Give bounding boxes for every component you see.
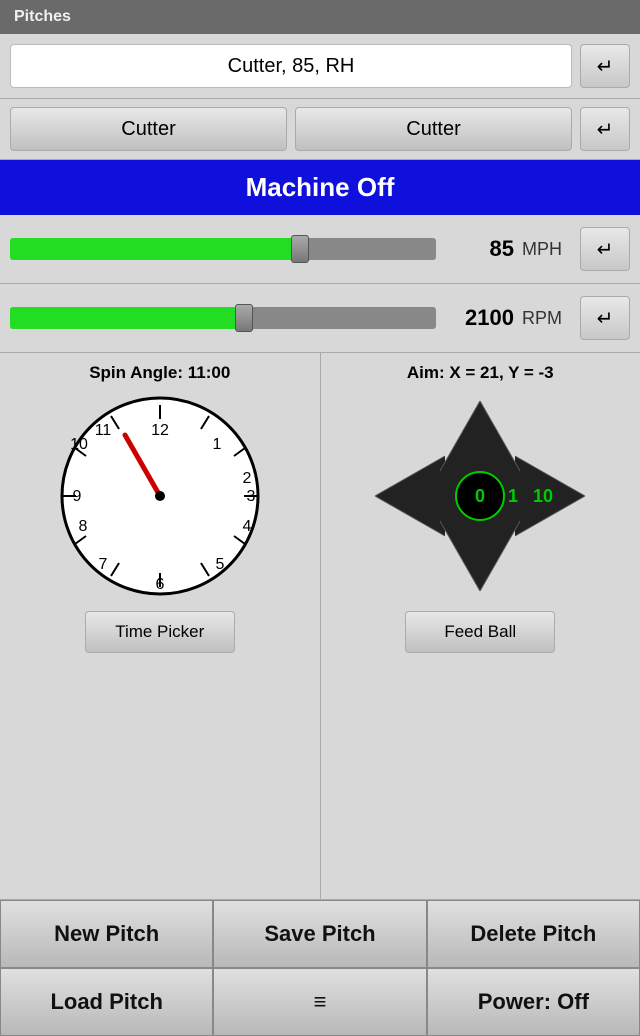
bottom-row-1: New Pitch Save Pitch Delete Pitch [0, 900, 640, 968]
rpm-slider-thumb[interactable] [235, 304, 253, 332]
machine-status-label: Machine Off [246, 172, 395, 202]
load-pitch-button[interactable]: Load Pitch [0, 968, 213, 1036]
aim-diamond-svg[interactable]: 0 1 10 [365, 391, 595, 601]
spin-panel: Spin Angle: 11:00 12 1 2 [0, 353, 321, 899]
rpm-slider-fill [10, 307, 244, 329]
pitch-name-row: ↵ [0, 34, 640, 99]
pitch-name-input[interactable] [10, 44, 572, 88]
svg-text:12: 12 [151, 422, 169, 439]
save-pitch-button[interactable]: Save Pitch [213, 900, 426, 968]
app-title: Pitches [14, 8, 71, 25]
svg-text:2: 2 [242, 470, 251, 487]
rpm-slider-row: 2100 RPM ↵ [0, 284, 640, 353]
time-picker-button[interactable]: Time Picker [85, 611, 235, 653]
speed-slider-fill [10, 238, 300, 260]
svg-text:1: 1 [212, 436, 221, 453]
pitch-type-enter-button[interactable]: ↵ [580, 107, 630, 151]
speed-enter-button[interactable]: ↵ [580, 227, 630, 271]
bottom-row-2: Load Pitch ≡ Power: Off [0, 968, 640, 1036]
svg-text:4: 4 [242, 518, 251, 535]
enter-icon: ↵ [597, 117, 614, 142]
aim-title: Aim: X = 21, Y = -3 [407, 363, 554, 383]
aim-panel: Aim: X = 21, Y = -3 [321, 353, 640, 899]
svg-text:8: 8 [78, 518, 87, 535]
sliders-section: 85 MPH ↵ 2100 RPM ↵ [0, 215, 640, 353]
speed-slider-row: 85 MPH ↵ [0, 215, 640, 284]
svg-text:1: 1 [508, 486, 518, 506]
power-button[interactable]: Power: Off [427, 968, 640, 1036]
pitch-type-row: Cutter Cutter ↵ [0, 99, 640, 160]
pitch-name-enter-button[interactable]: ↵ [580, 44, 630, 88]
svg-text:6: 6 [155, 576, 164, 593]
svg-text:5: 5 [215, 556, 224, 573]
speed-slider-track[interactable] [10, 238, 436, 260]
new-pitch-button[interactable]: New Pitch [0, 900, 213, 968]
svg-text:3: 3 [246, 488, 255, 505]
delete-pitch-button[interactable]: Delete Pitch [427, 900, 640, 968]
aim-diamond-container[interactable]: 0 1 10 [365, 391, 595, 601]
enter-icon: ↵ [597, 54, 614, 79]
speed-value: 85 [444, 236, 514, 262]
pitch-type-left-button[interactable]: Cutter [10, 107, 287, 151]
svg-text:9: 9 [72, 488, 81, 505]
speed-unit: MPH [522, 239, 572, 260]
menu-button[interactable]: ≡ [213, 968, 426, 1036]
rpm-slider-track[interactable] [10, 307, 436, 329]
clock-svg[interactable]: 12 1 2 3 4 5 [55, 391, 265, 601]
svg-text:10: 10 [533, 486, 553, 506]
clock-container[interactable]: 12 1 2 3 4 5 [55, 391, 265, 601]
enter-icon: ↵ [597, 306, 614, 331]
controls-area: Spin Angle: 11:00 12 1 2 [0, 353, 640, 900]
svg-text:0: 0 [475, 486, 485, 506]
enter-icon: ↵ [597, 237, 614, 262]
svg-text:10: 10 [70, 436, 88, 453]
title-bar: Pitches [0, 0, 640, 34]
pitch-type-right-button[interactable]: Cutter [295, 107, 572, 151]
spin-title: Spin Angle: 11:00 [89, 363, 230, 383]
machine-status-bar[interactable]: Machine Off [0, 160, 640, 215]
feed-ball-button[interactable]: Feed Ball [405, 611, 555, 653]
rpm-value: 2100 [444, 305, 514, 331]
rpm-unit: RPM [522, 308, 572, 329]
svg-text:11: 11 [94, 422, 111, 439]
rpm-enter-button[interactable]: ↵ [580, 296, 630, 340]
bottom-buttons: New Pitch Save Pitch Delete Pitch Load P… [0, 900, 640, 1036]
speed-slider-thumb[interactable] [291, 235, 309, 263]
svg-text:7: 7 [98, 556, 107, 573]
